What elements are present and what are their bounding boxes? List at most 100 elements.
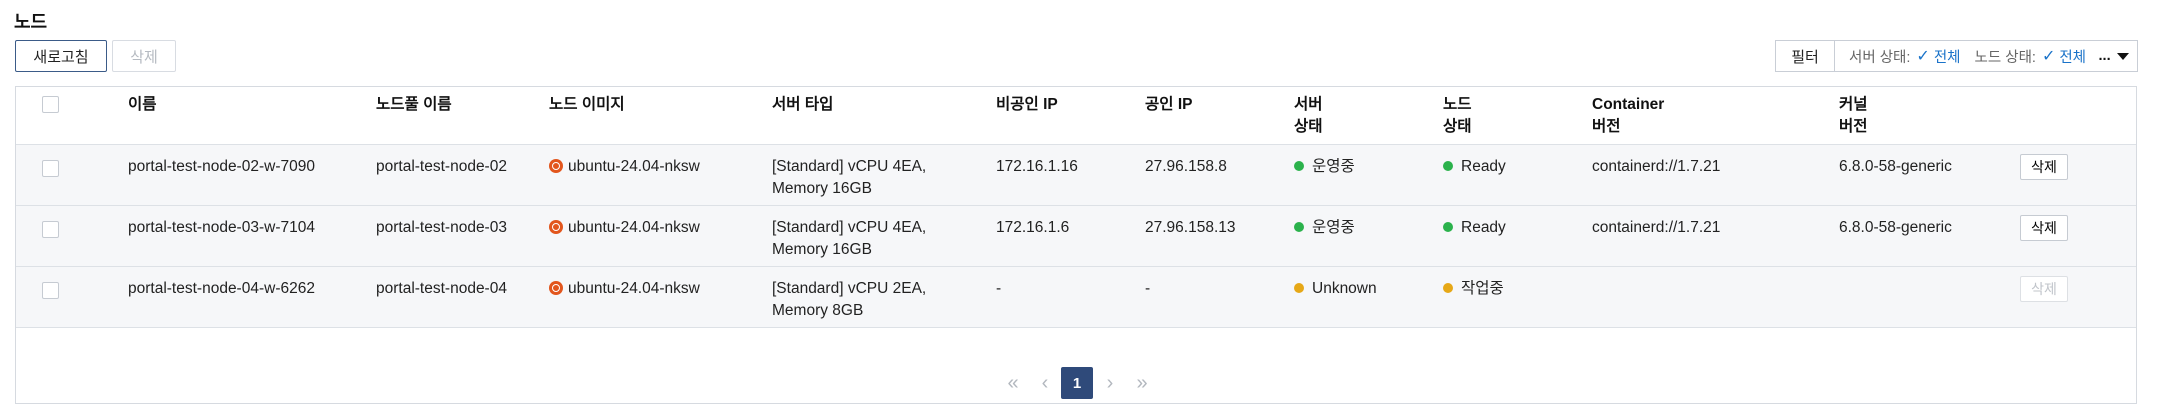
node-name-link[interactable]: portal-test-node-02-w-7090	[128, 156, 315, 178]
check-icon: ✓	[1916, 48, 1930, 65]
header-private-ip[interactable]: 비공인 IP	[996, 94, 1058, 116]
server-status-label: 운영중	[1312, 219, 1355, 236]
header-container[interactable]: Container 버전	[1592, 94, 1664, 138]
nodepool-link[interactable]: portal-test-node-04	[376, 278, 507, 300]
table-header: 이름 노드풀 이름 노드 이미지 서버 타입 비공인 IP 공인 IP 서버 상…	[16, 87, 2136, 145]
node-status-filter-label: 노드 상태:	[1974, 49, 2036, 66]
node-name-link[interactable]: portal-test-node-03-w-7104	[128, 217, 315, 239]
kernel-version: 6.8.0-58-generic	[1839, 158, 1952, 175]
table-row[interactable]: portal-test-node-03-w-7104 portal-test-n…	[16, 206, 2136, 267]
header-kernel-line1: 커널	[1839, 96, 1868, 113]
node-table: 이름 노드풀 이름 노드 이미지 서버 타입 비공인 IP 공인 IP 서버 상…	[15, 86, 2137, 404]
header-server-type[interactable]: 서버 타입	[772, 94, 833, 116]
server-type-line2: Memory 16GB	[772, 180, 872, 197]
header-server-status-line2: 상태	[1294, 118, 1323, 135]
server-status: 운영중	[1294, 217, 1355, 239]
public-ip: -	[1145, 280, 1151, 297]
node-name-link[interactable]: portal-test-node-04-w-6262	[128, 278, 315, 300]
server-type-line1: [Standard] vCPU 2EA,	[772, 280, 927, 297]
header-kernel-line2: 버전	[1839, 118, 1868, 135]
double-chevron-left-icon[interactable]: «	[1001, 367, 1025, 399]
select-all-checkbox[interactable]	[42, 96, 59, 113]
private-ip: 172.16.1.16	[996, 158, 1078, 175]
row-checkbox[interactable]	[42, 221, 59, 238]
header-public-ip[interactable]: 공인 IP	[1145, 94, 1192, 116]
header-name[interactable]: 이름	[128, 94, 157, 116]
status-dot	[1294, 160, 1304, 171]
nodepool-link[interactable]: portal-test-node-03	[376, 217, 507, 239]
node-status-label: Ready	[1461, 158, 1506, 175]
filter-button[interactable]: 필터	[1776, 41, 1835, 71]
server-status-filter-value: 전체	[1933, 49, 1961, 66]
server-status: 운영중	[1294, 156, 1355, 178]
public-ip: 27.96.158.13	[1145, 219, 1236, 236]
node-image-label: ubuntu-24.04-nksw	[568, 219, 700, 236]
node-status: Ready	[1443, 156, 1506, 178]
node-image-label: ubuntu-24.04-nksw	[568, 280, 700, 297]
server-type-line1: [Standard] vCPU 4EA,	[772, 158, 927, 175]
row-checkbox[interactable]	[42, 160, 59, 177]
node-status-label: 작업중	[1461, 280, 1504, 297]
filter-more[interactable]: ...	[2099, 48, 2111, 64]
row-delete-button[interactable]: 삭제	[2020, 215, 2068, 241]
server-status-label: Unknown	[1312, 280, 1377, 297]
header-container-line2: 버전	[1592, 118, 1621, 135]
server-type-line1: [Standard] vCPU 4EA,	[772, 219, 927, 236]
header-image[interactable]: 노드 이미지	[549, 94, 625, 116]
node-image: ubuntu-24.04-nksw	[549, 156, 700, 178]
server-type-line2: Memory 8GB	[772, 302, 864, 319]
private-ip: -	[996, 280, 1002, 297]
table-row[interactable]: portal-test-node-02-w-7090 portal-test-n…	[16, 145, 2136, 206]
ubuntu-icon	[549, 219, 563, 234]
node-image: ubuntu-24.04-nksw	[549, 217, 700, 239]
double-chevron-right-icon[interactable]: »	[1130, 367, 1154, 399]
server-type: [Standard] vCPU 4EA, Memory 16GB	[772, 217, 926, 261]
header-container-line1: Container	[1592, 96, 1665, 113]
node-status-filter[interactable]: 노드 상태: ✓ 전체	[1975, 46, 2095, 67]
status-dot	[1443, 282, 1453, 293]
refresh-button[interactable]: 새로고침	[15, 40, 107, 72]
pagination: « ‹ 1 › »	[16, 367, 2136, 399]
header-server-status-line1: 서버	[1294, 96, 1323, 113]
server-type: [Standard] vCPU 2EA, Memory 8GB	[772, 278, 926, 322]
status-dot	[1294, 221, 1304, 232]
node-status-filter-value: 전체	[2059, 49, 2087, 66]
header-node-status[interactable]: 노드 상태	[1443, 94, 1472, 138]
node-image: ubuntu-24.04-nksw	[549, 278, 700, 300]
row-delete-button[interactable]: 삭제	[2020, 154, 2068, 180]
table-row[interactable]: portal-test-node-04-w-6262 portal-test-n…	[16, 267, 2136, 328]
private-ip: 172.16.1.6	[996, 219, 1070, 236]
header-nodepool[interactable]: 노드풀 이름	[376, 94, 452, 116]
server-type-line2: Memory 16GB	[772, 241, 872, 258]
header-node-status-line2: 상태	[1443, 118, 1472, 135]
node-image-label: ubuntu-24.04-nksw	[568, 158, 700, 175]
chevron-down-icon[interactable]	[2116, 52, 2129, 60]
container-version: containerd://1.7.21	[1592, 158, 1721, 175]
server-status: Unknown	[1294, 278, 1377, 300]
header-kernel[interactable]: 커널 버전	[1839, 94, 1868, 138]
row-checkbox[interactable]	[42, 282, 59, 299]
public-ip: 27.96.158.8	[1145, 158, 1227, 175]
header-server-status[interactable]: 서버 상태	[1294, 94, 1323, 138]
server-status-label: 운영중	[1312, 158, 1355, 175]
page-title: 노드	[14, 12, 48, 32]
status-dot	[1294, 282, 1304, 293]
kernel-version: 6.8.0-58-generic	[1839, 219, 1952, 236]
row-delete-button[interactable]: 삭제	[2020, 276, 2068, 302]
container-version: containerd://1.7.21	[1592, 219, 1721, 236]
header-node-status-line1: 노드	[1443, 96, 1472, 113]
chevron-right-icon[interactable]: ›	[1100, 367, 1120, 399]
ubuntu-icon	[549, 158, 563, 173]
filter-bar: 필터 서버 상태: ✓ 전체 노드 상태: ✓ 전체 ...	[1775, 40, 2138, 72]
node-status: 작업중	[1443, 278, 1504, 300]
check-icon: ✓	[2041, 48, 2056, 65]
page-current[interactable]: 1	[1061, 367, 1093, 399]
ubuntu-icon	[549, 280, 563, 295]
server-status-filter-label: 서버 상태:	[1849, 49, 1911, 66]
node-status-label: Ready	[1461, 219, 1506, 236]
server-status-filter[interactable]: 서버 상태: ✓ 전체	[1849, 46, 1961, 67]
status-dot	[1443, 160, 1453, 171]
delete-button[interactable]: 삭제	[112, 40, 176, 72]
chevron-left-icon[interactable]: ‹	[1035, 367, 1055, 399]
nodepool-link[interactable]: portal-test-node-02	[376, 156, 507, 178]
